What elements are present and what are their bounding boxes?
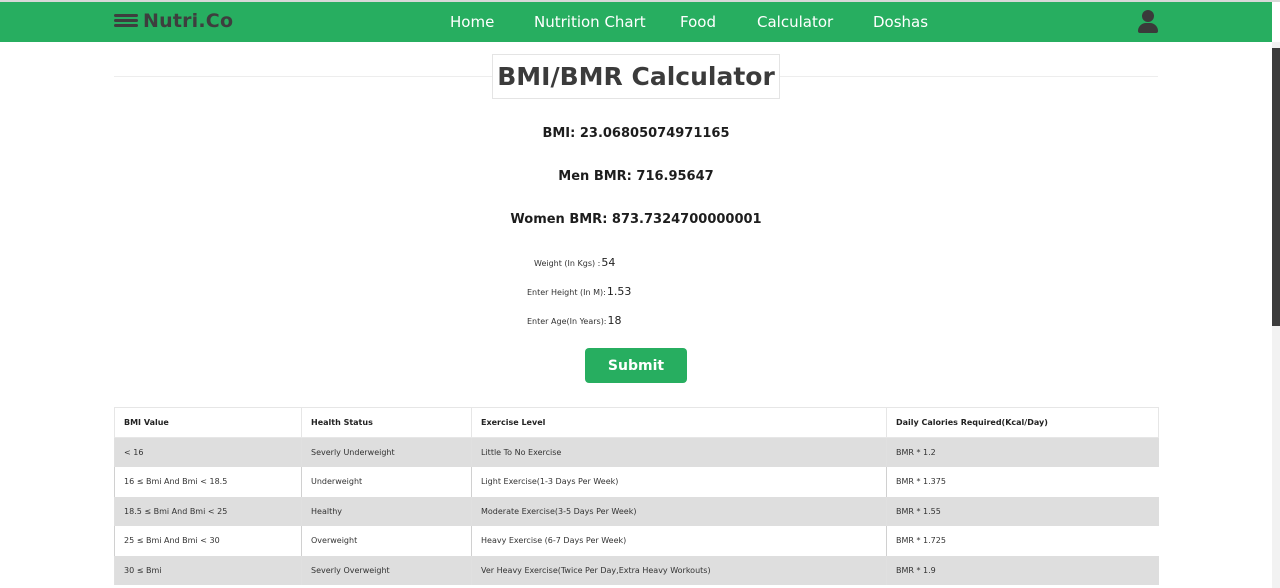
brand-logo[interactable]: Nutri.Co <box>114 10 233 32</box>
waves-icon <box>114 13 138 29</box>
table-row: 16 ≤ Bmi And Bmi < 18.5 Underweight Ligh… <box>114 467 1159 497</box>
nav-link-food[interactable]: Food <box>680 13 716 31</box>
weight-input[interactable]: 54 <box>601 256 615 269</box>
bmi-result: BMI: 23.06805074971165 <box>542 126 730 141</box>
navbar: Nutri.Co Home Nutrition Chart Food Calcu… <box>0 2 1272 42</box>
table-row: 25 ≤ Bmi And Bmi < 30 Overweight Heavy E… <box>114 526 1159 556</box>
scrollbar-thumb[interactable] <box>1272 48 1280 326</box>
bmi-reference-table: BMI Value Health Status Exercise Level D… <box>114 407 1159 585</box>
table-header-row: BMI Value Health Status Exercise Level D… <box>114 407 1159 438</box>
cell-bmi-value: 16 ≤ Bmi And Bmi < 18.5 <box>114 467 302 497</box>
cell-bmi-value: < 16 <box>114 437 302 467</box>
cell-exercise-level: Moderate Exercise(3-5 Days Per Week) <box>471 496 887 526</box>
height-input[interactable]: 1.53 <box>607 285 632 298</box>
user-icon[interactable] <box>1138 10 1158 34</box>
cell-bmi-value: 30 ≤ Bmi <box>114 555 302 585</box>
cell-exercise-level: Ver Heavy Exercise(Twice Per Day,Extra H… <box>471 555 887 585</box>
brand-name: Nutri.Co <box>143 10 234 32</box>
nav-link-doshas[interactable]: Doshas <box>873 13 928 31</box>
header-bmi-value: BMI Value <box>114 407 302 438</box>
age-input[interactable]: 18 <box>608 314 622 327</box>
header-health-status: Health Status <box>301 407 472 438</box>
cell-daily-calories: BMR * 1.55 <box>886 496 1159 526</box>
height-label: Enter Height (In M): <box>527 288 606 297</box>
age-field: Enter Age(In Years): 18 <box>527 314 622 327</box>
submit-button[interactable]: Submit <box>585 348 687 383</box>
page-title: BMI/BMR Calculator <box>497 62 775 91</box>
weight-label: Weight (In Kgs) : <box>534 259 601 268</box>
nav-link-nutrition-chart[interactable]: Nutrition Chart <box>534 13 646 31</box>
cell-health-status: Severly Underweight <box>301 437 472 467</box>
cell-health-status: Overweight <box>301 526 472 556</box>
nav-link-home[interactable]: Home <box>450 13 494 31</box>
nav-link-calculator[interactable]: Calculator <box>757 13 833 31</box>
header-exercise-level: Exercise Level <box>471 407 887 438</box>
cell-daily-calories: BMR * 1.375 <box>886 467 1159 497</box>
cell-daily-calories: BMR * 1.725 <box>886 526 1159 556</box>
cell-health-status: Severly Overweight <box>301 555 472 585</box>
women-bmr-result: Women BMR: 873.7324700000001 <box>510 212 762 227</box>
table-row: < 16 Severly Underweight Little To No Ex… <box>114 437 1159 467</box>
cell-daily-calories: BMR * 1.2 <box>886 437 1159 467</box>
cell-exercise-level: Light Exercise(1-3 Days Per Week) <box>471 467 887 497</box>
cell-bmi-value: 18.5 ≤ Bmi And Bmi < 25 <box>114 496 302 526</box>
cell-daily-calories: BMR * 1.9 <box>886 555 1159 585</box>
cell-bmi-value: 25 ≤ Bmi And Bmi < 30 <box>114 526 302 556</box>
page-title-box: BMI/BMR Calculator <box>492 54 780 99</box>
table-row: 18.5 ≤ Bmi And Bmi < 25 Healthy Moderate… <box>114 496 1159 526</box>
weight-field: Weight (In Kgs) : 54 <box>534 256 615 269</box>
cell-health-status: Healthy <box>301 496 472 526</box>
cell-health-status: Underweight <box>301 467 472 497</box>
cell-exercise-level: Little To No Exercise <box>471 437 887 467</box>
men-bmr-result: Men BMR: 716.95647 <box>558 169 714 184</box>
table-row: 30 ≤ Bmi Severly Overweight Ver Heavy Ex… <box>114 555 1159 585</box>
height-field: Enter Height (In M): 1.53 <box>527 285 631 298</box>
age-label: Enter Age(In Years): <box>527 317 607 326</box>
header-daily-calories: Daily Calories Required(Kcal/Day) <box>886 407 1159 438</box>
cell-exercise-level: Heavy Exercise (6-7 Days Per Week) <box>471 526 887 556</box>
